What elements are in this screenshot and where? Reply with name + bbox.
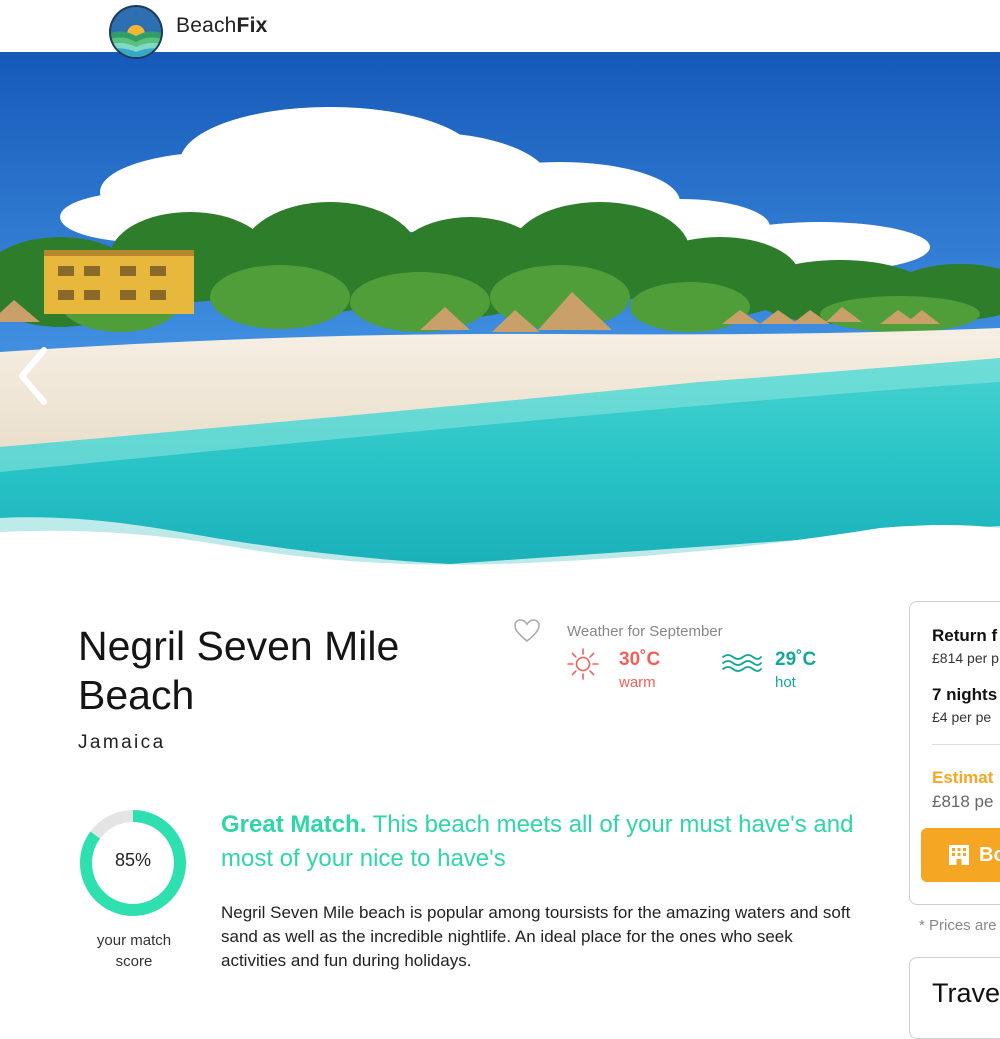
heart-outline-icon[interactable]: [513, 618, 541, 644]
match-score-caption: your match score: [96, 932, 172, 970]
price-card-divider: [932, 744, 1000, 745]
beach-name: Negril Seven Mile Beach: [78, 623, 400, 718]
hotel-building-icon: [949, 845, 969, 865]
book-button-label: Bo: [979, 844, 1000, 866]
sun-icon: [567, 648, 599, 680]
brand-name[interactable]: BeachFix: [176, 14, 268, 38]
brand-name-regular: Beach: [176, 14, 237, 37]
beachfix-logo-icon[interactable]: [108, 4, 164, 60]
price-card: Return f £814 per p 7 nights £4 per pe E…: [909, 601, 1000, 905]
stay-price: £4 per pe: [932, 709, 992, 725]
book-button[interactable]: Bo: [921, 828, 1000, 882]
weather-label: Weather for September: [567, 623, 723, 640]
estimate-value: £818 pe: [932, 792, 994, 811]
match-headline: Great Match. This beach meets all of you…: [221, 808, 861, 876]
flight-price: £814 per p: [932, 650, 999, 666]
beach-country: Jamaica: [78, 732, 166, 753]
travel-card: Trave: [909, 957, 1000, 1039]
waves-icon: [722, 654, 762, 672]
prices-note: * Prices are: [919, 917, 997, 934]
sea-description: hot: [775, 674, 796, 691]
air-description: warm: [619, 674, 656, 691]
sea-temperature: 29˚C: [775, 649, 817, 670]
hero-image: [0, 52, 1000, 580]
match-score-value: 85%: [114, 850, 152, 870]
beach-description: Negril Seven Mile beach is popular among…: [221, 903, 851, 970]
travel-card-title: Trave: [932, 978, 1000, 1008]
estimate-label: Estimat: [932, 768, 994, 787]
match-headline-bold: Great Match.: [221, 811, 367, 838]
stay-title: 7 nights: [932, 685, 998, 704]
beach-photo: [0, 52, 1000, 580]
flight-title: Return f: [932, 626, 998, 645]
top-bar: BeachFix: [0, 0, 1000, 59]
air-temperature: 30˚C: [619, 649, 661, 670]
brand-name-bold: Fix: [236, 14, 268, 37]
chevron-left-icon[interactable]: [12, 344, 56, 408]
